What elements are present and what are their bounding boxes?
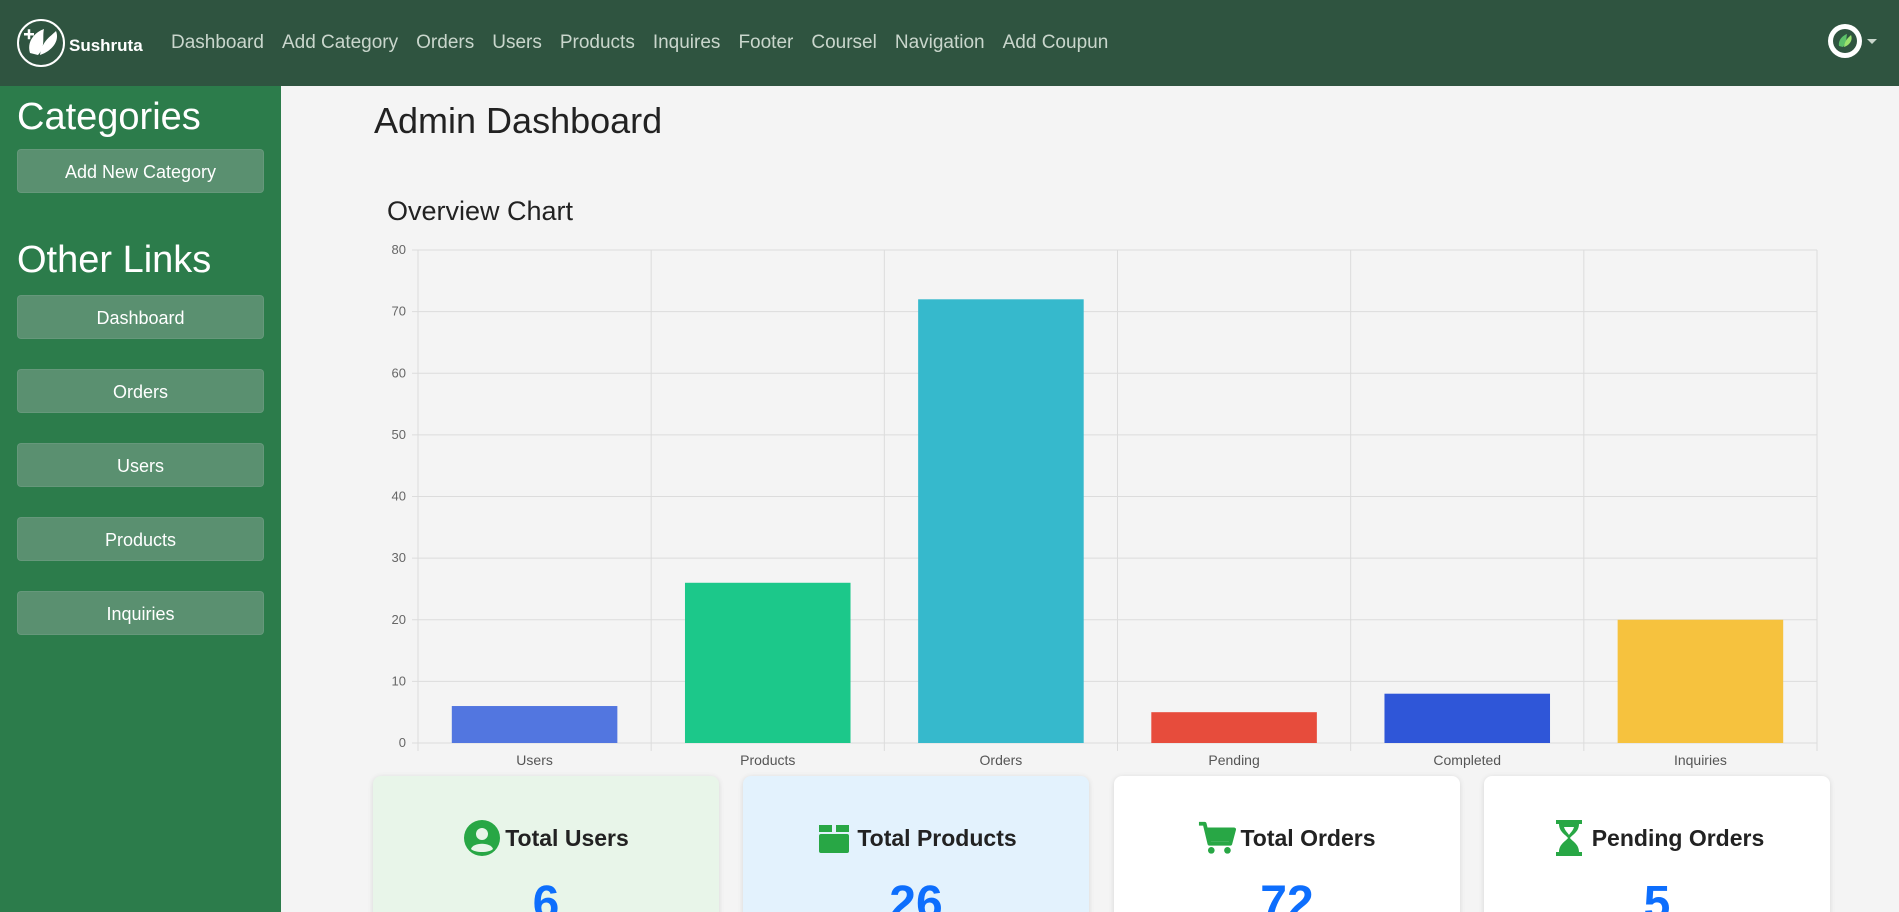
stat-card-value: 6 (532, 877, 560, 912)
nav-link-inquires[interactable]: Inquires (653, 32, 721, 54)
bar-inquiries (1617, 619, 1784, 743)
sidebar: Categories Add New Category Other Links … (0, 86, 281, 912)
overview-chart: 0 10 20 30 40 50 60 70 80 Users Products Orders Pend… (374, 240, 1824, 770)
hourglass-icon (1550, 820, 1588, 856)
nav-link-dashboard[interactable]: Dashboard (171, 32, 264, 54)
sidebar-categories-heading: Categories (17, 96, 201, 138)
stat-card-label: Total Users (505, 824, 629, 851)
bar-products (684, 582, 851, 743)
nav-link-products[interactable]: Products (560, 32, 635, 54)
stat-card-label: Pending Orders (1591, 824, 1765, 851)
y-tick-label: 40 (392, 489, 406, 504)
user-circle-icon (463, 820, 501, 856)
x-tick-label: Products (740, 752, 795, 768)
stat-card-label: Total Orders (1240, 824, 1376, 851)
nav-link-navigation[interactable]: Navigation (895, 32, 985, 54)
stat-card-value: 72 (1260, 877, 1314, 912)
nav-links: Dashboard Add Category Orders Users Prod… (171, 32, 1126, 54)
y-tick-label: 30 (392, 550, 406, 565)
stat-card-total-users: Total Users 6 (373, 776, 719, 912)
sidebar-item-inquiries[interactable]: Inquiries (17, 591, 264, 635)
nav-link-orders[interactable]: Orders (416, 32, 474, 54)
stat-card-value: 26 (889, 877, 943, 912)
sidebar-item-dashboard[interactable]: Dashboard (17, 295, 264, 339)
brand[interactable]: Sushruta (16, 17, 168, 69)
stat-card-label: Total Products (857, 824, 1017, 851)
y-tick-label: 10 (392, 673, 406, 688)
top-navbar: Sushruta Dashboard Add Category Orders U… (0, 0, 1899, 86)
bar-orders (918, 299, 1084, 743)
stat-card-pending-orders: Pending Orders 5 (1484, 776, 1830, 912)
nav-link-add-category[interactable]: Add Category (282, 32, 398, 54)
sidebar-other-links-heading: Other Links (17, 239, 212, 281)
y-tick-label: 50 (392, 427, 406, 442)
sidebar-item-orders[interactable]: Orders (17, 369, 264, 413)
nav-link-add-coupun[interactable]: Add Coupun (1003, 32, 1109, 54)
sidebar-item-products[interactable]: Products (17, 517, 264, 561)
x-tick-label: Orders (980, 752, 1023, 768)
user-menu-toggle[interactable] (1828, 24, 1877, 58)
x-tick-label: Pending (1208, 752, 1259, 768)
brand-name: Sushruta (69, 36, 143, 55)
x-tick-label: Completed (1433, 752, 1501, 768)
sidebar-links: Dashboard Orders Users Products Inquirie… (17, 295, 264, 635)
box-icon (815, 820, 853, 856)
cart-icon (1198, 820, 1237, 856)
bar-users (451, 706, 618, 743)
bar-pending (1151, 712, 1317, 743)
x-tick-label: Users (516, 752, 553, 768)
stat-card-value: 5 (1643, 877, 1671, 912)
sidebar-item-users[interactable]: Users (17, 443, 264, 487)
nav-link-footer[interactable]: Footer (738, 32, 793, 54)
stat-card-total-products: Total Products 26 (743, 776, 1089, 912)
nav-link-coursel[interactable]: Coursel (811, 32, 876, 54)
chart-title: Overview Chart (387, 196, 574, 226)
avatar-logo-icon (1833, 29, 1857, 53)
add-new-category-button[interactable]: Add New Category (17, 149, 264, 193)
y-tick-label: 60 (392, 365, 406, 380)
page-title: Admin Dashboard (374, 100, 663, 141)
x-tick-label: Inquiries (1674, 752, 1727, 768)
brand-logo-icon (16, 17, 66, 69)
chevron-down-icon (1867, 38, 1877, 44)
y-tick-label: 70 (392, 304, 406, 319)
overview-chart-svg: 0 10 20 30 40 50 60 70 80 Users Products Orders Pend… (392, 242, 1818, 768)
avatar (1828, 24, 1862, 58)
stat-card-total-orders: Total Orders 72 (1114, 776, 1460, 912)
y-tick-label: 20 (392, 612, 406, 627)
y-tick-label: 80 (392, 242, 406, 257)
y-tick-label: 0 (399, 735, 406, 750)
nav-link-users[interactable]: Users (492, 32, 542, 54)
bar-completed (1384, 693, 1551, 743)
